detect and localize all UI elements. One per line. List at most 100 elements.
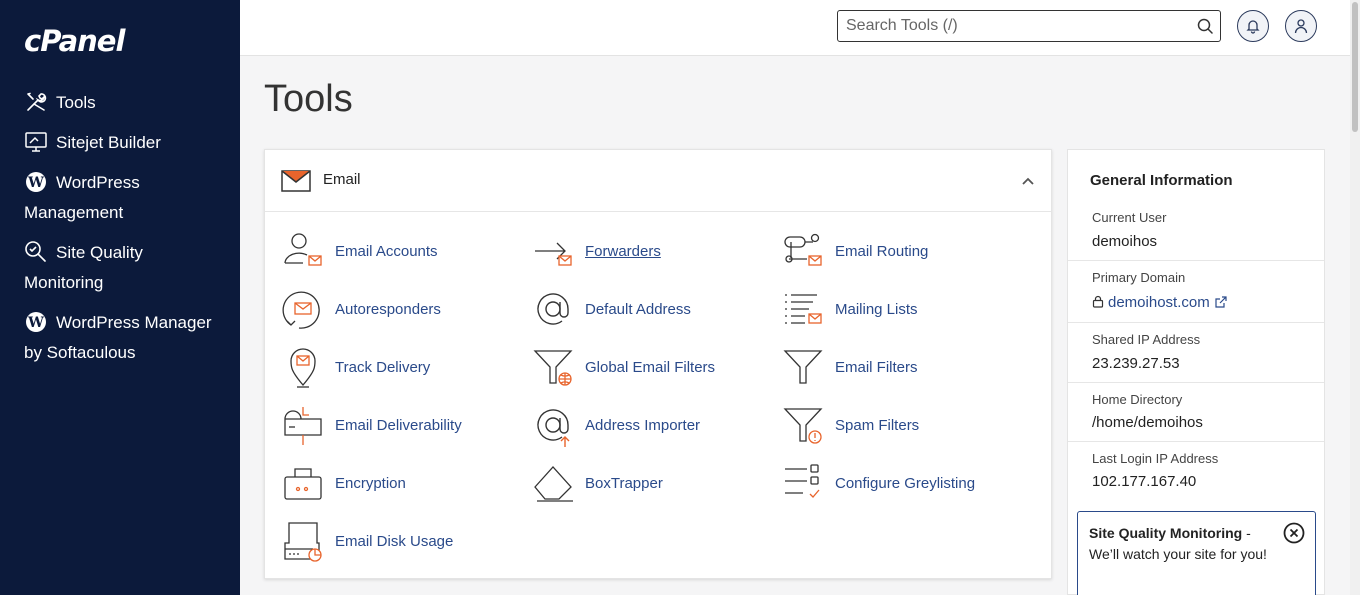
top-bar <box>240 0 1350 56</box>
shared-ip-label: Shared IP Address <box>1092 332 1201 347</box>
home-directory-value: /home/demoihos <box>1092 414 1203 431</box>
primary-domain-value[interactable]: demoihost.com <box>1092 294 1227 311</box>
current-user-row: Current User demoihos <box>1068 202 1324 260</box>
tool-spam-filters[interactable]: Spam Filters <box>781 400 919 450</box>
user-icon <box>1294 19 1308 34</box>
email-panel-header[interactable]: Email <box>265 150 1051 212</box>
magnifier-icon <box>24 240 48 264</box>
bell-icon <box>1246 20 1260 34</box>
tool-mailing-lists[interactable]: Mailing Lists <box>781 284 918 334</box>
user-menu-button[interactable] <box>1285 10 1317 42</box>
last-login-row: Last Login IP Address 102.177.167.40 <box>1068 441 1324 500</box>
tool-autoresponders[interactable]: Autoresponders <box>281 284 441 334</box>
svg-text:W: W <box>27 175 44 191</box>
primary-domain-row: Primary Domain demoihost.com <box>1068 260 1324 322</box>
banner-title: Site Quality Monitoring <box>1089 525 1243 541</box>
sidebar-item-tools[interactable]: Tools <box>24 88 224 118</box>
cpanel-logo[interactable]: cPanel <box>24 24 125 58</box>
tool-label: Mailing Lists <box>835 300 918 318</box>
sidebar-item-wordpress-management[interactable]: W WordPress Management <box>24 168 224 228</box>
tool-label: Email Disk Usage <box>335 532 454 550</box>
tool-default-address[interactable]: Default Address <box>531 284 691 334</box>
last-login-value: 102.177.167.40 <box>1092 473 1197 490</box>
banner-text: Site Quality Monitoring - We’ll watch yo… <box>1089 523 1279 565</box>
global-filter-icon <box>531 345 575 389</box>
encryption-icon <box>281 461 325 505</box>
wordpress-icon: W <box>24 170 48 194</box>
tool-label: Email Routing <box>835 242 929 260</box>
mailbox-icon <box>281 403 325 447</box>
sidebar-item-site-quality-monitoring[interactable]: Site Quality Monitoring <box>24 238 224 298</box>
current-user-label: Current User <box>1092 210 1167 225</box>
site-quality-monitoring-banner: Site Quality Monitoring - We’ll watch yo… <box>1077 511 1316 595</box>
track-delivery-icon <box>281 345 325 389</box>
tool-global-email-filters[interactable]: Global Email Filters <box>531 342 715 392</box>
spam-filter-icon <box>781 403 825 447</box>
primary-domain-label: Primary Domain <box>1092 270 1186 285</box>
forwarders-icon <box>531 229 575 273</box>
search-input[interactable] <box>846 15 1186 37</box>
tool-address-importer[interactable]: Address Importer <box>531 400 700 450</box>
page-title: Tools <box>264 78 353 120</box>
shared-ip-row: Shared IP Address 23.239.27.53 <box>1068 322 1324 382</box>
external-link-icon[interactable] <box>1215 296 1227 308</box>
autoresponders-icon <box>281 287 325 331</box>
tool-label: Track Delivery <box>335 358 431 376</box>
tool-label: Forwarders <box>585 242 661 260</box>
email-routing-icon <box>781 229 825 273</box>
tool-email-routing[interactable]: Email Routing <box>781 226 928 276</box>
tool-email-accounts[interactable]: Email Accounts <box>281 226 438 276</box>
email-accounts-icon <box>281 229 325 273</box>
tool-label: Email Deliverability <box>335 416 462 434</box>
scrollbar-thumb[interactable] <box>1352 2 1358 132</box>
tool-track-delivery[interactable]: Track Delivery <box>281 342 430 392</box>
last-login-label: Last Login IP Address <box>1092 451 1219 466</box>
tools-icon <box>24 90 48 114</box>
scrollbar[interactable] <box>1350 0 1360 595</box>
tool-email-deliverability[interactable]: Email Deliverability <box>281 400 462 450</box>
search-icon[interactable] <box>1197 18 1213 34</box>
monitor-icon <box>24 130 48 154</box>
home-directory-label: Home Directory <box>1092 392 1183 407</box>
svg-text:W: W <box>27 315 44 331</box>
lock-icon <box>1092 295 1104 308</box>
tool-email-filters[interactable]: Email Filters <box>781 342 918 392</box>
sidebar: cPanel Tools Sitejet Builder W WordPress… <box>0 0 240 595</box>
sidebar-item-label: Tools <box>56 93 96 112</box>
tool-label: Default Address <box>585 300 691 318</box>
boxtrapper-icon <box>531 461 575 505</box>
primary-domain-link[interactable]: demoihost.com <box>1108 294 1210 311</box>
general-information-title: General Information <box>1090 172 1233 189</box>
sidebar-item-label: Sitejet Builder <box>56 133 161 152</box>
tool-label: Autoresponders <box>335 300 441 318</box>
shared-ip-value: 23.239.27.53 <box>1092 355 1180 372</box>
home-directory-row: Home Directory /home/demoihos <box>1068 382 1324 441</box>
tool-configure-greylisting[interactable]: Configure Greylisting <box>781 458 975 508</box>
general-information-card: General Information Current User demoiho… <box>1067 149 1325 595</box>
wordpress-icon: W <box>24 310 48 334</box>
tool-forwarders[interactable]: Forwarders <box>531 226 661 276</box>
sidebar-item-wordpress-manager[interactable]: W WordPress Manager by Softaculous <box>24 308 224 368</box>
tool-label: BoxTrapper <box>585 474 663 492</box>
close-icon[interactable] <box>1283 522 1305 544</box>
chevron-up-icon[interactable] <box>1021 174 1035 188</box>
tool-email-disk-usage[interactable]: Email Disk Usage <box>281 516 453 566</box>
tool-label: Configure Greylisting <box>835 474 976 492</box>
email-panel: Email Email Accounts Forwarders Email Ro… <box>264 149 1052 579</box>
tool-boxtrapper[interactable]: BoxTrapper <box>531 458 663 508</box>
tool-encryption[interactable]: Encryption <box>281 458 406 508</box>
current-user-value: demoihos <box>1092 233 1158 250</box>
address-importer-icon <box>531 403 575 447</box>
mailing-lists-icon <box>781 287 825 331</box>
notifications-button[interactable] <box>1237 10 1269 42</box>
sidebar-item-sitejet-builder[interactable]: Sitejet Builder <box>24 128 224 158</box>
sidebar-item-label: WordPress Manager by Softaculous <box>24 313 212 362</box>
search-box[interactable] <box>837 10 1221 42</box>
tool-label: Encryption <box>335 474 406 492</box>
tool-label: Address Importer <box>585 416 701 434</box>
tool-label: Spam Filters <box>835 416 920 434</box>
tool-label: Email Filters <box>835 358 918 376</box>
greylisting-icon <box>781 461 825 505</box>
email-panel-title: Email <box>323 171 361 188</box>
envelope-icon <box>281 170 311 192</box>
